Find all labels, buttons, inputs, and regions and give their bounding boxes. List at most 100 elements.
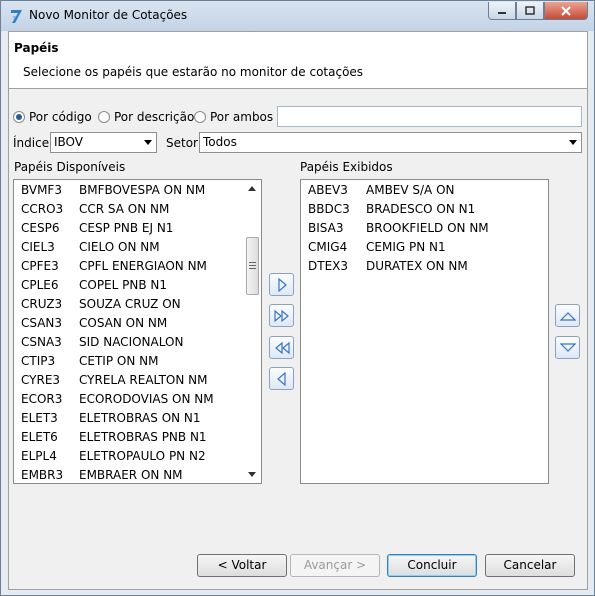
chevron-down-icon [569,140,577,145]
list-item[interactable]: EMBR3 EMBRAER ON NM [14,466,245,483]
page-subtitle: Selecione os papéis que estarão no monit… [23,65,364,79]
list-item[interactable]: CSAN3 COSAN ON NM [14,314,245,333]
available-list[interactable]: BVMF3 BMFBOVESPA ON NM CCRO3 CCR SA ON NM … [13,179,262,484]
remove-selected-button[interactable] [269,367,294,390]
wizard-header: Papéis Selecione os papéis que estarão n… [9,32,587,89]
item-code: CPFE3 [21,259,59,273]
item-desc: ECORODOVIAS ON NM [79,392,214,406]
item-code: ELET6 [21,430,58,444]
radio-selected-icon [13,111,25,123]
search-input[interactable] [277,106,582,127]
list-item[interactable]: CMIG4 CEMIG PN N1 [301,238,548,257]
title-bar[interactable]: Novo Monitor de Cotações [1,1,594,31]
shown-list[interactable]: ABEV3 AMBEV S/A ON BBDC3 BRADESCO ON N1 BI… [300,179,549,484]
list-item[interactable]: CSNA3 SID NACIONALON [14,333,245,352]
item-code: DTEX3 [308,259,349,273]
scroll-up-icon[interactable] [248,186,256,191]
move-down-icon [559,342,576,352]
item-desc: COSAN ON NM [79,316,168,330]
maximize-icon [525,6,535,15]
grip-line [249,262,256,263]
item-desc: CIELO ON NM [79,240,160,254]
list-item[interactable]: BISA3 BROOKFIELD ON NM [301,219,548,238]
available-scrollbar[interactable] [244,180,261,483]
list-item[interactable]: BBDC3 BRADESCO ON N1 [301,200,548,219]
item-desc: CYRELA REALTON NM [79,373,208,387]
item-desc: CETIP ON NM [79,354,159,368]
list-item[interactable]: ELET6 ELETROBRAS PNB N1 [14,428,245,447]
item-code: EMBR3 [21,468,64,482]
list-item[interactable]: CRUZ3 SOUZA CRUZ ON [14,295,245,314]
item-desc: BMFBOVESPA ON NM [79,183,206,197]
item-code: CRUZ3 [21,297,63,311]
available-list-label: Papéis Disponíveis [14,160,126,174]
scroll-down-icon[interactable] [248,472,256,477]
list-item[interactable]: ABEV3 AMBEV S/A ON [301,181,548,200]
list-item[interactable]: CYRE3 CYRELA REALTON NM [14,371,245,390]
move-all-right-icon [273,309,289,322]
list-item[interactable]: CTIP3 CETIP ON NM [14,352,245,371]
item-desc: COPEL PNB N1 [79,278,168,292]
item-code: CCRO3 [21,202,64,216]
scroll-thumb[interactable] [246,237,259,295]
list-item[interactable]: ELPL4 ELETROPAULO PN N2 [14,447,245,466]
item-code: CTIP3 [21,354,56,368]
item-desc: SID NACIONALON [79,335,184,349]
item-desc: CPFL ENERGIAON NM [79,259,207,273]
item-code: BVMF3 [21,183,62,197]
list-item[interactable]: CPLE6 COPEL PNB N1 [14,276,245,295]
item-desc: ELETROBRAS ON N1 [79,411,201,425]
item-desc: SOUZA CRUZ ON [79,297,181,311]
item-code: CESP6 [21,221,60,235]
add-all-button[interactable] [269,304,294,327]
item-desc: BRADESCO ON N1 [366,202,476,216]
next-button[interactable]: Avançar > [290,554,380,577]
radio-unselected-icon [194,111,206,123]
radio-label: Por código [29,110,92,124]
grip-line [249,268,256,269]
back-button[interactable]: < Voltar [197,554,287,577]
list-item[interactable]: CESP6 CESP PNB EJ N1 [14,219,245,238]
list-item[interactable]: CIEL3 CIELO ON NM [14,238,245,257]
radio-por-descricao[interactable]: Por descrição [98,110,194,124]
list-item[interactable]: CCRO3 CCR SA ON NM [14,200,245,219]
list-item[interactable]: BVMF3 BMFBOVESPA ON NM [14,181,245,200]
item-desc: BROOKFIELD ON NM [366,221,489,235]
move-down-button[interactable] [555,336,580,359]
item-desc: EMBRAER ON NM [79,468,183,482]
shown-list-label: Papéis Exibidos [300,160,393,174]
item-desc: AMBEV S/A ON [366,183,455,197]
radio-unselected-icon [98,111,110,123]
move-up-icon [559,311,576,321]
radio-label: Por descrição [114,110,195,124]
chevron-down-icon [144,140,152,145]
item-code: ABEV3 [308,183,348,197]
indice-select[interactable]: IBOV [50,132,157,153]
list-item[interactable]: ELET3 ELETROBRAS ON N1 [14,409,245,428]
radio-por-ambos[interactable]: Por ambos [194,110,273,124]
close-button[interactable] [544,2,588,20]
maximize-button[interactable] [516,2,544,20]
list-item[interactable]: CPFE3 CPFL ENERGIAON NM [14,257,245,276]
move-all-left-icon [274,341,290,354]
add-selected-button[interactable] [269,273,294,296]
minimize-icon [498,11,506,14]
app-logo-icon [11,10,22,23]
cancel-button[interactable]: Cancelar [485,554,575,577]
setor-select[interactable]: Todos [199,132,582,153]
item-code: ECOR3 [21,392,63,406]
dialog-window: Novo Monitor de Cotações Papéis Selecion… [0,0,595,596]
item-code: ELPL4 [21,449,57,463]
minimize-button[interactable] [488,2,516,20]
remove-all-button[interactable] [269,336,294,359]
move-up-button[interactable] [555,304,580,327]
list-item[interactable]: ECOR3 ECORODOVIAS ON NM [14,390,245,409]
list-item[interactable]: DTEX3 DURATEX ON NM [301,257,548,276]
setor-label: Setor [166,136,198,150]
item-code: CYRE3 [21,373,61,387]
radio-por-codigo[interactable]: Por código [13,110,92,124]
item-code: CSNA3 [21,335,62,349]
finish-button[interactable]: Concluir [387,554,477,577]
item-desc: ELETROBRAS PNB N1 [79,430,207,444]
item-code: BISA3 [308,221,344,235]
